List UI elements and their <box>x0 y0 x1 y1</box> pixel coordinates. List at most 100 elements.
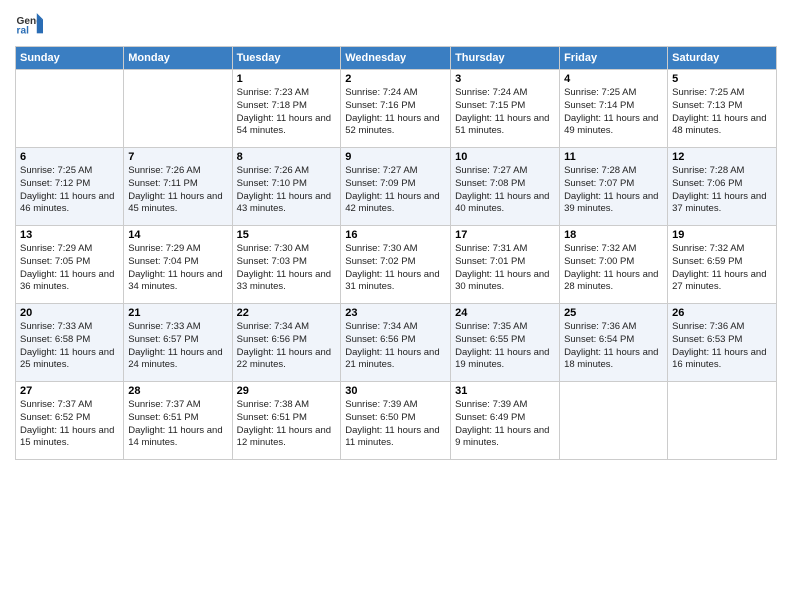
day-number: 25 <box>564 307 663 319</box>
calendar-cell: 12 Sunrise: 7:28 AM Sunset: 7:06 PM Dayli… <box>668 148 777 226</box>
day-info: Sunrise: 7:25 AM Sunset: 7:12 PM Dayligh… <box>20 165 119 216</box>
day-info: Sunrise: 7:27 AM Sunset: 7:09 PM Dayligh… <box>345 165 446 216</box>
day-number: 24 <box>455 307 555 319</box>
calendar-cell <box>560 382 668 460</box>
calendar-header-saturday: Saturday <box>668 47 777 70</box>
calendar-header-wednesday: Wednesday <box>341 47 451 70</box>
calendar-cell: 8 Sunrise: 7:26 AM Sunset: 7:10 PM Daylig… <box>232 148 341 226</box>
day-number: 8 <box>237 151 337 163</box>
calendar-cell: 20Sunrise: 7:33 AM Sunset: 6:58 PM Dayli… <box>16 304 124 382</box>
day-number: 7 <box>128 151 227 163</box>
day-info: Sunrise: 7:32 AM Sunset: 6:59 PM Dayligh… <box>672 243 772 294</box>
day-number: 15 <box>237 229 337 241</box>
day-info: Sunrise: 7:30 AM Sunset: 7:02 PM Dayligh… <box>345 243 446 294</box>
day-info: Sunrise: 7:28 AM Sunset: 7:06 PM Dayligh… <box>672 165 772 216</box>
calendar-header-sunday: Sunday <box>16 47 124 70</box>
calendar-week-row: 1Sunrise: 7:23 AM Sunset: 7:18 PM Daylig… <box>16 70 777 148</box>
calendar-header-friday: Friday <box>560 47 668 70</box>
calendar-cell: 18 Sunrise: 7:32 AM Sunset: 7:00 PM Dayli… <box>560 226 668 304</box>
calendar-cell: 4 Sunrise: 7:25 AM Sunset: 7:14 PM Daylig… <box>560 70 668 148</box>
day-number: 19 <box>672 229 772 241</box>
calendar-cell: 22 Sunrise: 7:34 AM Sunset: 6:56 PM Dayli… <box>232 304 341 382</box>
day-number: 11 <box>564 151 663 163</box>
day-number: 27 <box>20 385 119 397</box>
calendar-week-row: 20Sunrise: 7:33 AM Sunset: 6:58 PM Dayli… <box>16 304 777 382</box>
day-info: Sunrise: 7:36 AM Sunset: 6:53 PM Dayligh… <box>672 321 772 372</box>
calendar-cell: 31 Sunrise: 7:39 AM Sunset: 6:49 PM Dayli… <box>451 382 560 460</box>
calendar-cell: 2 Sunrise: 7:24 AM Sunset: 7:16 PM Daylig… <box>341 70 451 148</box>
day-number: 12 <box>672 151 772 163</box>
calendar-cell: 16Sunrise: 7:30 AM Sunset: 7:02 PM Dayli… <box>341 226 451 304</box>
day-number: 23 <box>345 307 446 319</box>
calendar-week-row: 27Sunrise: 7:37 AM Sunset: 6:52 PM Dayli… <box>16 382 777 460</box>
calendar-cell: 15 Sunrise: 7:30 AM Sunset: 7:03 PM Dayli… <box>232 226 341 304</box>
day-number: 31 <box>455 385 555 397</box>
day-info: Sunrise: 7:23 AM Sunset: 7:18 PM Dayligh… <box>237 87 337 138</box>
calendar-cell: 1Sunrise: 7:23 AM Sunset: 7:18 PM Daylig… <box>232 70 341 148</box>
calendar-cell: 23Sunrise: 7:34 AM Sunset: 6:56 PM Dayli… <box>341 304 451 382</box>
calendar-cell <box>124 70 232 148</box>
day-number: 9 <box>345 151 446 163</box>
day-number: 13 <box>20 229 119 241</box>
day-info: Sunrise: 7:33 AM Sunset: 6:58 PM Dayligh… <box>20 321 119 372</box>
day-number: 28 <box>128 385 227 397</box>
svg-text:ral: ral <box>17 25 30 36</box>
day-number: 2 <box>345 73 446 85</box>
calendar-cell: 10 Sunrise: 7:27 AM Sunset: 7:08 PM Dayli… <box>451 148 560 226</box>
day-info: Sunrise: 7:24 AM Sunset: 7:15 PM Dayligh… <box>455 87 555 138</box>
day-info: Sunrise: 7:36 AM Sunset: 6:54 PM Dayligh… <box>564 321 663 372</box>
calendar-cell: 28 Sunrise: 7:37 AM Sunset: 6:51 PM Dayli… <box>124 382 232 460</box>
day-info: Sunrise: 7:26 AM Sunset: 7:11 PM Dayligh… <box>128 165 227 216</box>
day-info: Sunrise: 7:37 AM Sunset: 6:51 PM Dayligh… <box>128 399 227 450</box>
calendar-cell: 7 Sunrise: 7:26 AM Sunset: 7:11 PM Daylig… <box>124 148 232 226</box>
calendar-cell: 5 Sunrise: 7:25 AM Sunset: 7:13 PM Daylig… <box>668 70 777 148</box>
calendar-header-monday: Monday <box>124 47 232 70</box>
day-info: Sunrise: 7:28 AM Sunset: 7:07 PM Dayligh… <box>564 165 663 216</box>
calendar-week-row: 6Sunrise: 7:25 AM Sunset: 7:12 PM Daylig… <box>16 148 777 226</box>
logo-icon: Gene ral <box>15 10 43 38</box>
day-info: Sunrise: 7:25 AM Sunset: 7:13 PM Dayligh… <box>672 87 772 138</box>
day-info: Sunrise: 7:29 AM Sunset: 7:04 PM Dayligh… <box>128 243 227 294</box>
day-number: 5 <box>672 73 772 85</box>
day-number: 10 <box>455 151 555 163</box>
calendar-cell: 24Sunrise: 7:35 AM Sunset: 6:55 PM Dayli… <box>451 304 560 382</box>
day-number: 30 <box>345 385 446 397</box>
day-number: 18 <box>564 229 663 241</box>
calendar-header-row: SundayMondayTuesdayWednesdayThursdayFrid… <box>16 47 777 70</box>
calendar-cell: 3Sunrise: 7:24 AM Sunset: 7:15 PM Daylig… <box>451 70 560 148</box>
calendar-cell: 11 Sunrise: 7:28 AM Sunset: 7:07 PM Dayli… <box>560 148 668 226</box>
day-number: 17 <box>455 229 555 241</box>
calendar-cell: 17Sunrise: 7:31 AM Sunset: 7:01 PM Dayli… <box>451 226 560 304</box>
day-number: 14 <box>128 229 227 241</box>
calendar-header-thursday: Thursday <box>451 47 560 70</box>
day-info: Sunrise: 7:30 AM Sunset: 7:03 PM Dayligh… <box>237 243 337 294</box>
day-info: Sunrise: 7:33 AM Sunset: 6:57 PM Dayligh… <box>128 321 227 372</box>
calendar-cell: 6Sunrise: 7:25 AM Sunset: 7:12 PM Daylig… <box>16 148 124 226</box>
calendar-cell: 19 Sunrise: 7:32 AM Sunset: 6:59 PM Dayli… <box>668 226 777 304</box>
calendar-cell <box>668 382 777 460</box>
day-info: Sunrise: 7:32 AM Sunset: 7:00 PM Dayligh… <box>564 243 663 294</box>
day-info: Sunrise: 7:26 AM Sunset: 7:10 PM Dayligh… <box>237 165 337 216</box>
calendar-cell: 27Sunrise: 7:37 AM Sunset: 6:52 PM Dayli… <box>16 382 124 460</box>
day-info: Sunrise: 7:34 AM Sunset: 6:56 PM Dayligh… <box>237 321 337 372</box>
calendar-cell: 26 Sunrise: 7:36 AM Sunset: 6:53 PM Dayli… <box>668 304 777 382</box>
calendar-cell <box>16 70 124 148</box>
calendar-cell: 25 Sunrise: 7:36 AM Sunset: 6:54 PM Dayli… <box>560 304 668 382</box>
calendar-cell: 9 Sunrise: 7:27 AM Sunset: 7:09 PM Daylig… <box>341 148 451 226</box>
day-info: Sunrise: 7:39 AM Sunset: 6:50 PM Dayligh… <box>345 399 446 450</box>
day-number: 4 <box>564 73 663 85</box>
calendar-cell: 13 Sunrise: 7:29 AM Sunset: 7:05 PM Dayli… <box>16 226 124 304</box>
day-info: Sunrise: 7:24 AM Sunset: 7:16 PM Dayligh… <box>345 87 446 138</box>
day-info: Sunrise: 7:27 AM Sunset: 7:08 PM Dayligh… <box>455 165 555 216</box>
calendar-cell: 29Sunrise: 7:38 AM Sunset: 6:51 PM Dayli… <box>232 382 341 460</box>
day-number: 22 <box>237 307 337 319</box>
calendar-week-row: 13 Sunrise: 7:29 AM Sunset: 7:05 PM Dayli… <box>16 226 777 304</box>
page-header: Gene ral <box>15 10 777 38</box>
day-number: 26 <box>672 307 772 319</box>
day-number: 21 <box>128 307 227 319</box>
calendar-cell: 21 Sunrise: 7:33 AM Sunset: 6:57 PM Dayli… <box>124 304 232 382</box>
day-info: Sunrise: 7:39 AM Sunset: 6:49 PM Dayligh… <box>455 399 555 450</box>
day-number: 29 <box>237 385 337 397</box>
day-info: Sunrise: 7:29 AM Sunset: 7:05 PM Dayligh… <box>20 243 119 294</box>
day-info: Sunrise: 7:25 AM Sunset: 7:14 PM Dayligh… <box>564 87 663 138</box>
